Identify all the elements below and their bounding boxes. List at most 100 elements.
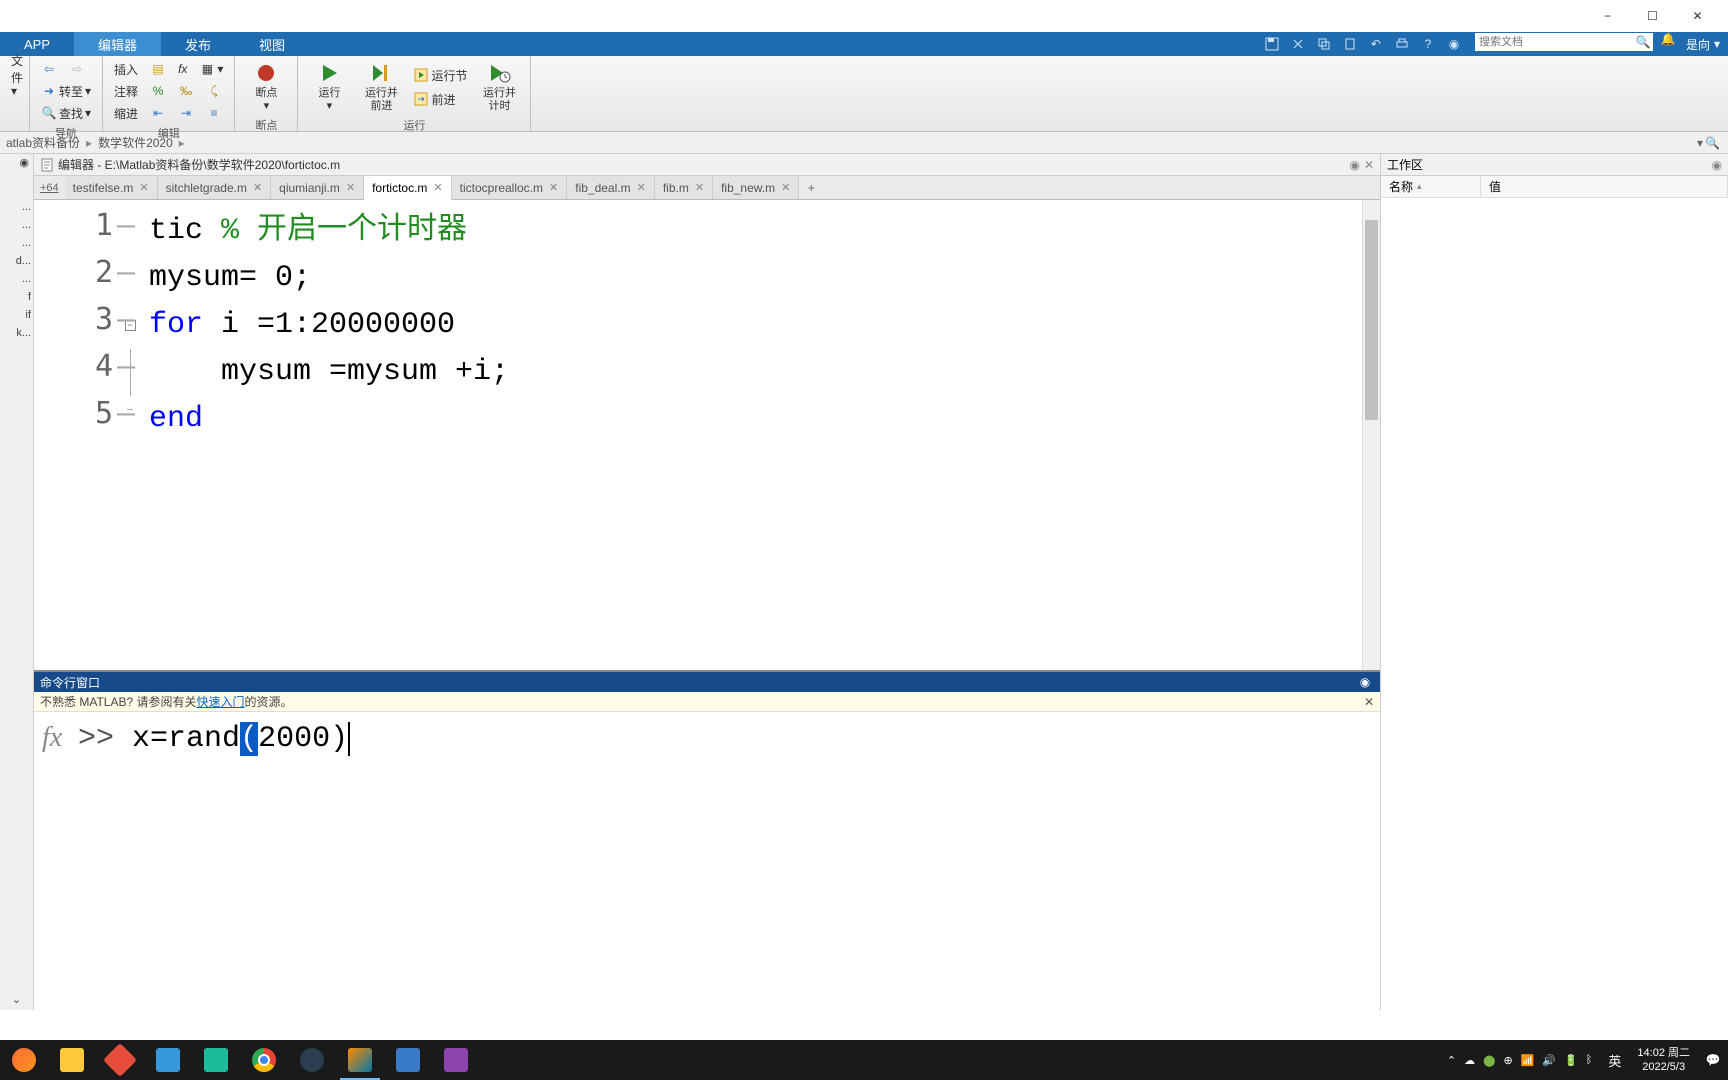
tab-overflow-button[interactable]: +64 bbox=[34, 176, 65, 199]
tray-onedrive-icon[interactable]: ☁ bbox=[1464, 1054, 1475, 1067]
left-gutter-item[interactable]: ... bbox=[2, 216, 31, 234]
left-gutter-item[interactable]: ... bbox=[2, 198, 31, 216]
left-sidebar-menu-icon[interactable]: ◉ bbox=[19, 156, 29, 169]
quick-start-link[interactable]: 快速入门 bbox=[196, 693, 244, 710]
file-tab[interactable]: fortictoc.m✕ bbox=[364, 176, 452, 200]
run-and-time-button[interactable]: 运行并 计时 bbox=[474, 58, 524, 116]
help-icon[interactable]: ? bbox=[1416, 33, 1440, 55]
insert-misc-icon[interactable]: ▦▾ bbox=[194, 58, 228, 80]
insert-button[interactable]: 插入 bbox=[109, 58, 143, 80]
breadcrumb-search-icon[interactable]: 🔍 bbox=[1705, 136, 1720, 150]
tab-add-button[interactable]: + bbox=[799, 176, 823, 199]
ribbon-tab-editor[interactable]: 编辑器 bbox=[74, 32, 161, 56]
left-gutter-item[interactable]: d... bbox=[2, 252, 31, 270]
tab-close-icon[interactable]: ✕ bbox=[139, 181, 148, 194]
tray-battery-icon[interactable]: 🔋 bbox=[1564, 1054, 1578, 1067]
workspace-menu-icon[interactable]: ◉ bbox=[1712, 158, 1722, 172]
print-icon[interactable] bbox=[1390, 33, 1414, 55]
window-maximize-button[interactable]: ☐ bbox=[1630, 0, 1675, 32]
file-tab[interactable]: qiumianji.m✕ bbox=[271, 176, 364, 199]
indent-left-icon[interactable]: ⇤ bbox=[145, 102, 171, 124]
window-minimize-button[interactable]: − bbox=[1585, 0, 1630, 32]
command-window-header[interactable]: 命令行窗口 ◉ bbox=[34, 672, 1380, 692]
addons-icon[interactable]: ◉ bbox=[1442, 33, 1466, 55]
tray-wifi-icon[interactable]: 📶 bbox=[1521, 1054, 1535, 1067]
comment-wrap-icon[interactable]: ⤹ bbox=[201, 80, 227, 102]
find-button[interactable]: 🔍查找 ▾ bbox=[36, 102, 96, 124]
taskbar-app-5[interactable] bbox=[384, 1040, 432, 1080]
copy-icon[interactable] bbox=[1312, 33, 1336, 55]
file-tab[interactable]: fib.m✕ bbox=[655, 176, 713, 199]
file-tab[interactable]: testifelse.m✕ bbox=[65, 176, 158, 199]
taskbar-app-6[interactable] bbox=[432, 1040, 480, 1080]
left-gutter-item[interactable]: k... bbox=[2, 324, 31, 342]
ime-indicator[interactable]: 英 bbox=[1600, 1051, 1629, 1070]
paste-icon[interactable] bbox=[1338, 33, 1362, 55]
user-menu[interactable]: 是向 ▾ bbox=[1678, 32, 1728, 56]
taskbar-matlab[interactable] bbox=[336, 1040, 384, 1080]
undo-icon[interactable]: ↶ bbox=[1364, 33, 1388, 55]
breadcrumb-dropdown-icon[interactable]: ▾ bbox=[1697, 136, 1703, 150]
insert-section-icon[interactable]: ▤ bbox=[145, 58, 171, 80]
breakpoints-button[interactable]: 断点▾ bbox=[241, 58, 291, 116]
start-button[interactable] bbox=[0, 1040, 48, 1080]
taskbar-app-2[interactable] bbox=[144, 1040, 192, 1080]
tab-close-icon[interactable]: ✕ bbox=[346, 181, 355, 194]
tab-close-icon[interactable]: ✕ bbox=[253, 181, 262, 194]
left-gutter-item[interactable]: ... bbox=[2, 234, 31, 252]
nav-fwd-button[interactable]: ⇨ bbox=[64, 58, 90, 80]
tab-close-icon[interactable]: ✕ bbox=[695, 181, 704, 194]
info-banner-close-icon[interactable]: ✕ bbox=[1364, 695, 1374, 709]
search-icon[interactable]: 🔍 bbox=[1633, 35, 1653, 49]
doc-search-box[interactable]: 🔍 bbox=[1474, 32, 1654, 52]
tray-up-icon[interactable]: ⌃ bbox=[1447, 1054, 1456, 1067]
tab-close-icon[interactable]: ✕ bbox=[637, 181, 646, 194]
command-window-body[interactable]: fx >> x=rand(2000) bbox=[34, 712, 1380, 1010]
comment-add-icon[interactable]: % bbox=[145, 80, 171, 102]
tab-close-icon[interactable]: ✕ bbox=[549, 181, 558, 194]
file-dropdown[interactable]: ▾ bbox=[6, 80, 23, 102]
fx-prompt-icon[interactable]: fx bbox=[38, 716, 78, 1006]
doc-search-input[interactable] bbox=[1475, 36, 1633, 48]
editor-close-icon[interactable]: ✕ bbox=[1364, 158, 1374, 172]
cut-icon[interactable] bbox=[1286, 33, 1310, 55]
file-tab[interactable]: tictocprealloc.m✕ bbox=[452, 176, 568, 199]
comment-button[interactable]: 注释 bbox=[109, 80, 143, 102]
scrollbar-thumb[interactable] bbox=[1365, 220, 1378, 420]
run-button[interactable]: 运行▾ bbox=[304, 58, 354, 116]
ribbon-tab-view[interactable]: 视图 bbox=[235, 32, 309, 56]
file-group-item[interactable]: 文件 bbox=[6, 58, 23, 80]
nav-back-button[interactable]: ⇦ bbox=[36, 58, 62, 80]
insert-fx-button[interactable]: fx bbox=[173, 58, 192, 80]
tray-network-icon[interactable]: ⊕ bbox=[1503, 1054, 1512, 1067]
run-section-button[interactable]: 运行节 bbox=[408, 64, 472, 86]
save-icon[interactable] bbox=[1260, 33, 1284, 55]
file-tab[interactable]: sitchletgrade.m✕ bbox=[158, 176, 272, 199]
left-gutter-item[interactable]: f bbox=[2, 288, 31, 306]
run-and-advance-button[interactable]: 运行并 前进 bbox=[356, 58, 406, 116]
taskbar-clock[interactable]: 14:02 周二 2022/5/3 bbox=[1629, 1046, 1698, 1075]
tab-close-icon[interactable]: ✕ bbox=[781, 181, 790, 194]
taskbar-chrome[interactable] bbox=[240, 1040, 288, 1080]
tab-close-icon[interactable]: ✕ bbox=[433, 181, 442, 194]
indent-right-icon[interactable]: ⇥ bbox=[173, 102, 199, 124]
goto-button[interactable]: ➜转至 ▾ bbox=[36, 80, 96, 102]
taskbar-app-3[interactable] bbox=[192, 1040, 240, 1080]
workspace-col-name[interactable]: 名称▴ bbox=[1381, 176, 1481, 197]
tray-security-icon[interactable]: ⬤ bbox=[1483, 1054, 1495, 1067]
file-tab[interactable]: fib_deal.m✕ bbox=[567, 176, 655, 199]
command-input-line[interactable]: >> x=rand(2000) bbox=[78, 716, 350, 1006]
notification-bell-icon[interactable]: 🔔 bbox=[1658, 32, 1678, 56]
action-center-icon[interactable]: 💬 bbox=[1698, 1040, 1728, 1080]
file-tab[interactable]: fib_new.m✕ bbox=[713, 176, 799, 199]
left-gutter-item[interactable]: ... bbox=[2, 270, 31, 288]
left-gutter-item[interactable]: if bbox=[2, 306, 31, 324]
editor-menu-icon[interactable]: ◉ bbox=[1349, 158, 1359, 172]
ribbon-tab-publish[interactable]: 发布 bbox=[161, 32, 235, 56]
code-text[interactable]: tic % 开启一个计时器mysum= 0;for i =1:20000000 … bbox=[141, 200, 1362, 670]
command-window-menu-icon[interactable]: ◉ bbox=[1356, 675, 1374, 689]
workspace-header[interactable]: 工作区 ◉ bbox=[1381, 154, 1728, 176]
breadcrumb-item-1[interactable]: 数学软件2020 bbox=[96, 134, 175, 151]
indent-auto-icon[interactable]: ≡ bbox=[201, 102, 227, 124]
indent-button[interactable]: 缩进 bbox=[109, 102, 143, 124]
